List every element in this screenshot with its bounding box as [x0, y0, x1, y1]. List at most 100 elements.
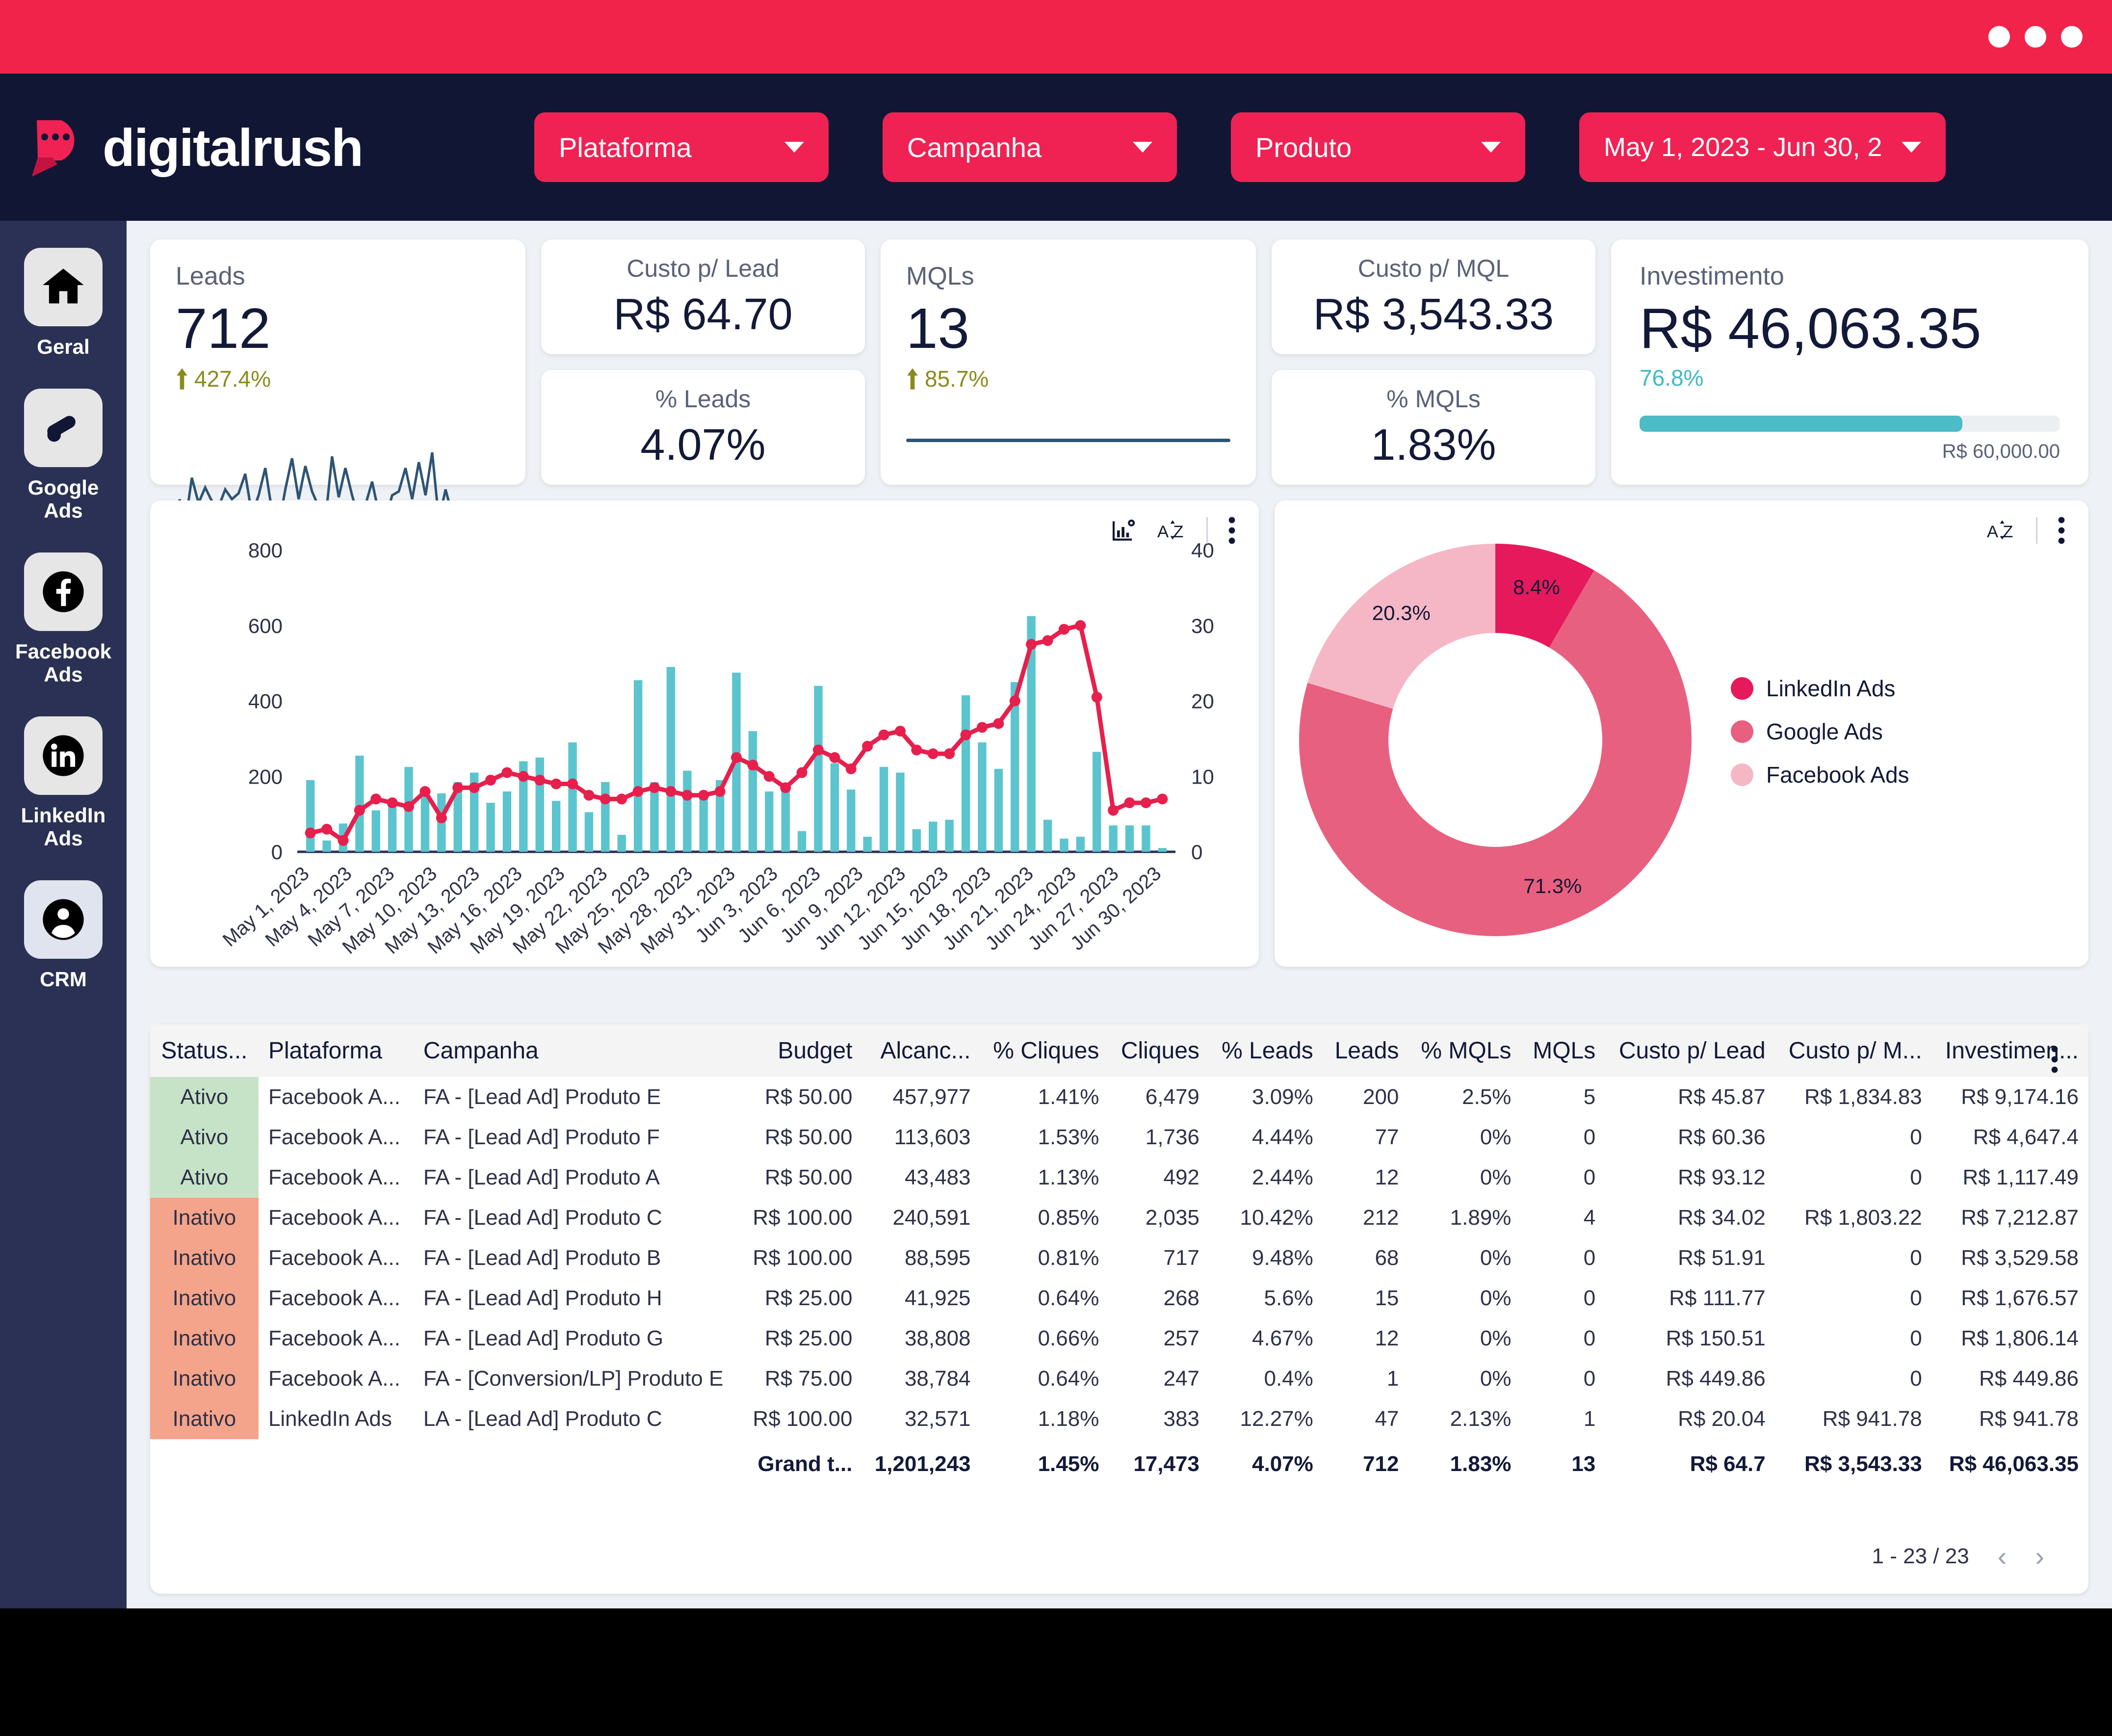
more-options-icon[interactable] — [2057, 516, 2066, 545]
column-header[interactable]: % MQLs — [1408, 1025, 1521, 1077]
table-cell-investimento: R$ 1,676.57 — [1961, 1286, 2079, 1310]
table-cell-budget: R$ 100.00 — [753, 1246, 853, 1270]
sidebar-item-google-ads[interactable]: Google Ads — [0, 389, 127, 522]
sidebar-item-crm[interactable]: CRM — [0, 880, 127, 991]
google-ads-icon — [24, 389, 103, 468]
column-header[interactable]: Investimen... — [1931, 1025, 2088, 1077]
sidebar-item-facebook-ads[interactable]: Facebook Ads — [0, 552, 127, 686]
svg-text:0: 0 — [271, 841, 283, 864]
column-header[interactable]: Leads — [1323, 1025, 1409, 1077]
table-cell-campanha: FA - [Lead Ad] Produto E — [423, 1085, 661, 1109]
sidebar: Geral Google Ads Facebook Ads LinkedIn A… — [0, 221, 127, 1608]
status-badge: Inativo — [150, 1399, 259, 1439]
sort-az-icon[interactable]: A Z — [1987, 517, 2016, 544]
facebook-icon — [24, 552, 103, 631]
table-cell-investimento: R$ 9,174.16 — [1961, 1085, 2079, 1109]
table-pagination: 1 - 23 / 23 ‹ › — [1872, 1540, 2044, 1572]
chart-settings-icon[interactable] — [1110, 517, 1138, 544]
table-row[interactable]: Inativo Facebook A... FA - [Conversion/LP]… — [150, 1359, 2088, 1399]
table-cell-custo-lead: R$ 111.77 — [1669, 1286, 1766, 1310]
table-cell-cliques: 268 — [1163, 1286, 1199, 1310]
campaigns-table-card: Status... Plataforma Campanha Budget Alcanc.… — [150, 1025, 2088, 1594]
person-icon — [24, 880, 103, 959]
table-cell-alcance: 38,808 — [904, 1326, 971, 1350]
table-cell-mqls: 5 — [1583, 1085, 1596, 1109]
table-cell-custo-mql: R$ 1,803.22 — [1804, 1206, 1922, 1230]
legend-label: Google Ads — [1766, 719, 1883, 744]
table-cell-cliques: 257 — [1163, 1326, 1199, 1350]
sidebar-item-facebook-ads-label: Facebook Ads — [15, 640, 112, 686]
table-row[interactable]: Inativo Facebook A... FA - [Lead Ad] Produ… — [150, 1198, 2088, 1238]
sidebar-item-linkedin-ads[interactable]: LinkedIn Ads — [0, 716, 127, 850]
table-cell-alcance: 240,591 — [892, 1206, 971, 1230]
filter-plataforma[interactable]: Plataforma — [534, 112, 829, 182]
table-cell-pct-cliques: 0.66% — [1038, 1326, 1099, 1350]
column-header[interactable]: Alcanc... — [862, 1025, 981, 1077]
table-cell-leads: 212 — [1362, 1206, 1399, 1230]
filter-produto[interactable]: Produto — [1231, 112, 1526, 182]
column-header[interactable]: Custo p/ Lead — [1605, 1025, 1775, 1077]
kpi-card-pct-leads: % Leads 4.07% — [541, 370, 865, 485]
pagination-next-button[interactable]: › — [2035, 1540, 2044, 1572]
column-header[interactable]: Budget — [740, 1025, 862, 1077]
table-row[interactable]: Ativo Facebook A... FA - [Lead Ad] Produto… — [150, 1077, 2088, 1117]
table-cell-mqls: 0 — [1583, 1125, 1596, 1149]
column-header[interactable]: Cliques — [1109, 1025, 1209, 1077]
filter-campanha[interactable]: Campanha — [883, 112, 1177, 182]
svg-text:A: A — [1157, 523, 1169, 541]
table-cell-leads: 1 — [1386, 1367, 1399, 1391]
table-total-cell: R$ 3,543.33 — [1804, 1452, 1922, 1476]
column-header[interactable]: MQLs — [1521, 1025, 1606, 1077]
column-header[interactable]: % Cliques — [980, 1025, 1109, 1077]
linkedin-icon — [24, 716, 103, 795]
svg-text:0: 0 — [1191, 841, 1202, 864]
legend-item[interactable]: Google Ads — [1731, 718, 1909, 745]
table-total-cell: R$ 46,063.35 — [1949, 1452, 2079, 1476]
column-header[interactable]: % Leads — [1209, 1025, 1323, 1077]
table-total-cell: 4.07% — [1252, 1452, 1313, 1476]
more-options-icon[interactable] — [2050, 1045, 2059, 1076]
table-total-cell — [259, 1439, 414, 1489]
chevron-down-icon — [1133, 142, 1153, 153]
table-row[interactable]: Inativo Facebook A... FA - [Lead Ad] Produ… — [150, 1238, 2088, 1278]
filter-date-range[interactable]: May 1, 2023 - Jun 30, 2 — [1579, 112, 1946, 182]
kpi-investimento-value: R$ 46,063.35 — [1640, 296, 1982, 360]
table-cell-budget: R$ 25.00 — [764, 1326, 853, 1350]
table-cell-budget: R$ 25.00 — [764, 1286, 853, 1310]
column-header[interactable]: Custo p/ M... — [1775, 1025, 1932, 1077]
column-header[interactable]: Campanha — [413, 1025, 740, 1077]
table-cell-pct-mqls: 2.13% — [1450, 1407, 1512, 1431]
svg-text:71.3%: 71.3% — [1523, 874, 1582, 897]
status-badge: Inativo — [150, 1318, 259, 1359]
kpi-custo-mql-value: R$ 3,543.33 — [1313, 289, 1554, 339]
table-row[interactable]: Inativo LinkedIn Ads LA - [Lead Ad] Produt… — [150, 1399, 2088, 1439]
table-cell-cliques: 247 — [1163, 1367, 1199, 1391]
pagination-range: 1 - 23 / 23 — [1872, 1544, 1969, 1568]
column-header[interactable]: Status... — [150, 1025, 259, 1077]
table-cell-pct-leads: 5.6% — [1264, 1286, 1313, 1310]
table-row[interactable]: Inativo Facebook A... FA - [Lead Ad] Produ… — [150, 1318, 2088, 1359]
legend-item[interactable]: LinkedIn Ads — [1731, 675, 1909, 702]
table-cell-investimento: R$ 7,212.87 — [1961, 1206, 2079, 1230]
maximize-dot-icon[interactable] — [2025, 26, 2046, 48]
minimize-dot-icon[interactable] — [1988, 26, 2010, 48]
kpi-card-mqls: MQLs 13 85.7% — [881, 239, 1256, 485]
table-cell-mqls: 0 — [1583, 1286, 1596, 1310]
brand-logo[interactable]: digitalrush — [27, 115, 364, 179]
legend-item[interactable]: Facebook Ads — [1731, 762, 1909, 788]
table-row[interactable]: Ativo Facebook A... FA - [Lead Ad] Produto… — [150, 1157, 2088, 1198]
sort-az-icon[interactable]: A Z — [1157, 517, 1187, 544]
table-row[interactable]: Inativo Facebook A... FA - [Lead Ad] Produ… — [150, 1278, 2088, 1318]
table-cell-custo-mql: R$ 1,834.83 — [1804, 1085, 1922, 1109]
table-cell-investimento: R$ 3,529.58 — [1961, 1246, 2079, 1270]
close-dot-icon[interactable] — [2061, 26, 2083, 48]
kpi-col-custo-lead: Custo p/ Lead R$ 64.70 % Leads 4.07% — [541, 239, 865, 485]
sidebar-item-geral[interactable]: Geral — [0, 248, 127, 358]
table-row[interactable]: Ativo Facebook A... FA - [Lead Ad] Produto… — [150, 1117, 2088, 1157]
column-header[interactable]: Plataforma — [258, 1025, 414, 1077]
more-options-icon[interactable] — [1227, 516, 1236, 545]
table-cell-leads: 47 — [1375, 1407, 1399, 1431]
pagination-prev-button[interactable]: ‹ — [1998, 1540, 2007, 1572]
chevron-down-icon — [1481, 142, 1501, 153]
table-cell-pct-cliques: 1.13% — [1038, 1165, 1099, 1189]
